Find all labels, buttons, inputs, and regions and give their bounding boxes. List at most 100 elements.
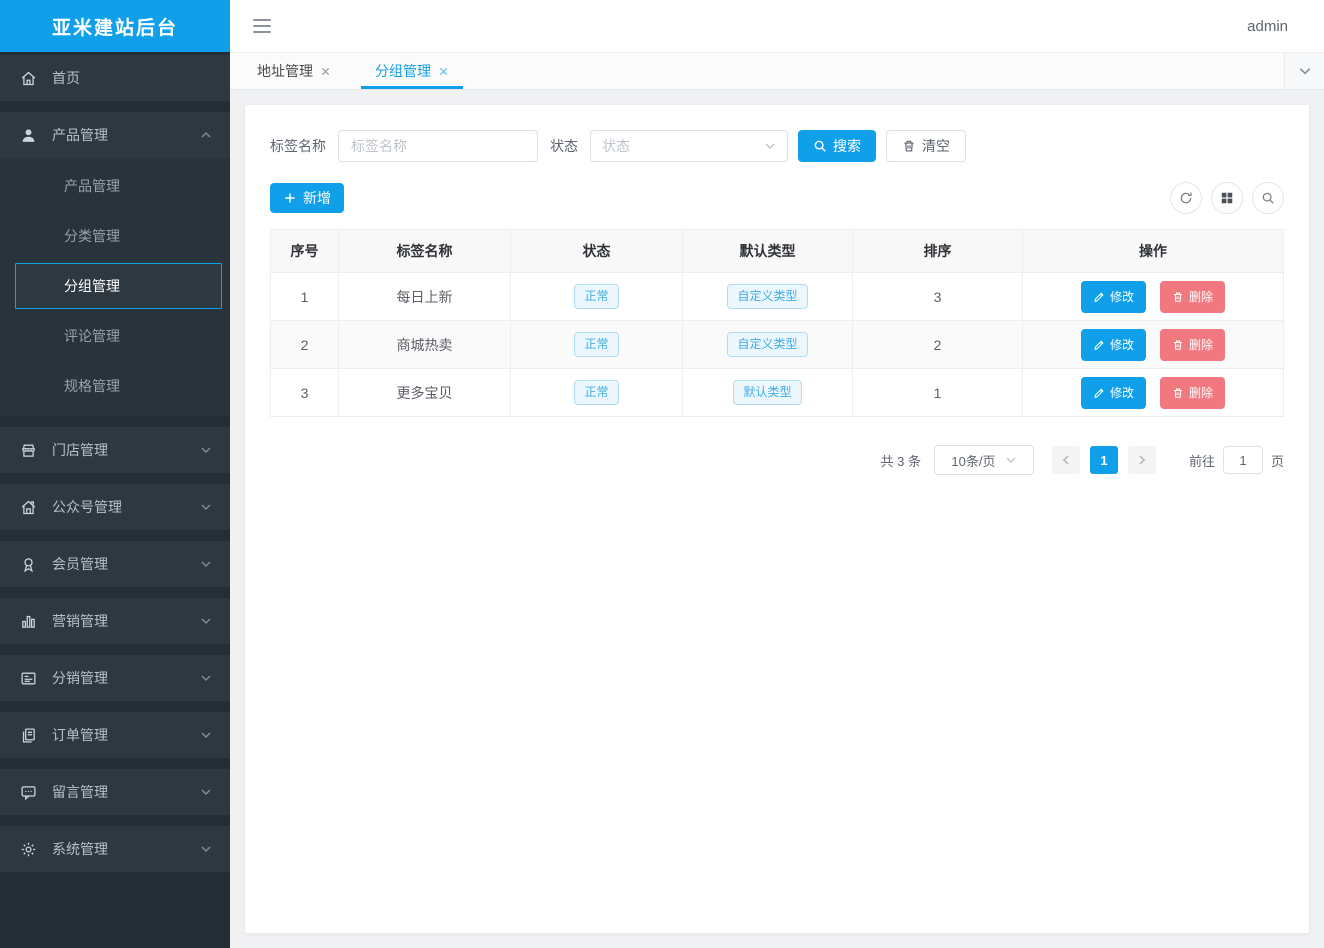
sidebar-subitem-category[interactable]: 分类管理	[0, 211, 230, 261]
type-badge: 自定义类型	[727, 284, 807, 309]
status-badge: 正常	[574, 332, 618, 357]
gear-icon	[20, 841, 37, 858]
sidebar-item-store[interactable]: 门店管理	[0, 427, 230, 473]
sidebar-subitem-spec[interactable]: 规格管理	[0, 361, 230, 411]
edit-pencil-icon	[1093, 291, 1105, 303]
cell-status: 正常	[511, 369, 683, 417]
edit-button[interactable]: 修改	[1081, 329, 1146, 361]
cell-name: 更多宝贝	[339, 369, 511, 417]
sidebar-item-official-account[interactable]: 公众号管理	[0, 484, 230, 530]
tab-2[interactable]: 分组管理	[361, 53, 463, 89]
cell-type: 默认类型	[683, 369, 853, 417]
user-menu[interactable]: admin	[1247, 18, 1288, 35]
sidebar-item-label: 系统管理	[52, 839, 108, 859]
page-unit-label: 页	[1271, 451, 1284, 470]
sidebar-item-member[interactable]: 会员管理	[0, 541, 230, 587]
edit-pencil-icon	[1093, 339, 1105, 351]
cell-sort: 2	[853, 321, 1023, 369]
chevron-down-icon	[200, 615, 212, 627]
cell-sort: 1	[853, 369, 1023, 417]
sidebar-subitem-product-list[interactable]: 产品管理	[0, 161, 230, 211]
sidebar-item-message[interactable]: 留言管理	[0, 769, 230, 815]
sidebar-group-product: 产品管理产品管理分类管理分组管理评论管理规格管理	[0, 112, 230, 416]
chevron-up-icon	[200, 129, 212, 141]
table-row: 2商城热卖正常自定义类型2修改删除	[271, 321, 1284, 369]
bar-chart-icon	[20, 613, 37, 630]
sidebar: 亚米建站后台 首页产品管理产品管理分类管理分组管理评论管理规格管理门店管理公众号…	[0, 0, 230, 948]
magnifier-icon	[1261, 191, 1275, 205]
delete-button[interactable]: 删除	[1160, 377, 1225, 409]
sidebar-item-home[interactable]: 首页	[0, 55, 230, 101]
content-panel: 标签名称 状态 状态 搜索	[245, 105, 1309, 933]
user-icon	[20, 127, 37, 144]
sidebar-item-product[interactable]: 产品管理	[0, 112, 230, 158]
refresh-button[interactable]	[1170, 182, 1202, 214]
chevron-left-icon	[1060, 454, 1072, 466]
search-button[interactable]: 搜索	[798, 130, 876, 162]
status-select[interactable]: 状态	[590, 130, 788, 162]
cell-index: 2	[271, 321, 339, 369]
column-settings-button[interactable]	[1211, 182, 1243, 214]
column-header: 状态	[511, 230, 683, 273]
cell-actions: 修改删除	[1023, 273, 1284, 321]
cell-sort: 3	[853, 273, 1023, 321]
chevron-down-icon	[200, 444, 212, 456]
edit-button[interactable]: 修改	[1081, 377, 1146, 409]
table-toolbar: 新增	[270, 182, 1284, 214]
clear-button[interactable]: 清空	[886, 130, 966, 162]
delete-button[interactable]: 删除	[1160, 329, 1225, 361]
sidebar-subitem-comment[interactable]: 评论管理	[0, 311, 230, 361]
documents-icon	[20, 727, 37, 744]
type-badge: 自定义类型	[727, 332, 807, 357]
pagination: 共 3 条 10条/页 1 前	[270, 445, 1284, 475]
tab-label: 分组管理	[375, 61, 431, 81]
chevron-down-icon	[1298, 64, 1312, 78]
current-page-button[interactable]: 1	[1090, 446, 1118, 474]
next-page-button[interactable]	[1128, 446, 1156, 474]
page-size-select[interactable]: 10条/页	[934, 445, 1034, 475]
sidebar-item-label: 留言管理	[52, 782, 108, 802]
table-row: 3更多宝贝正常默认类型1修改删除	[271, 369, 1284, 417]
tab-bar: 地址管理 分组管理	[230, 52, 1324, 90]
table-header-row: 序号标签名称状态默认类型排序操作	[271, 230, 1284, 273]
tab-1[interactable]: 地址管理	[243, 53, 345, 89]
sidebar-item-label: 订单管理	[52, 725, 108, 745]
cell-status: 正常	[511, 273, 683, 321]
sidebar-group-order: 订单管理	[0, 712, 230, 758]
store-icon	[20, 442, 37, 459]
goto-page-input[interactable]	[1223, 446, 1263, 474]
chat-bubble-icon	[20, 784, 37, 801]
edit-button[interactable]: 修改	[1081, 281, 1146, 313]
status-label: 状态	[550, 136, 578, 156]
sidebar-item-order[interactable]: 订单管理	[0, 712, 230, 758]
medal-icon	[20, 556, 37, 573]
tag-name-input[interactable]	[338, 130, 538, 162]
cell-name: 每日上新	[339, 273, 511, 321]
trash-icon	[1172, 291, 1184, 303]
close-icon[interactable]	[438, 66, 449, 77]
plus-icon	[283, 191, 297, 205]
close-icon[interactable]	[320, 66, 331, 77]
hamburger-menu-icon[interactable]	[252, 18, 272, 34]
goto-label: 前往	[1189, 451, 1215, 470]
cell-actions: 修改删除	[1023, 369, 1284, 417]
sidebar-submenu-product: 产品管理分类管理分组管理评论管理规格管理	[0, 158, 230, 416]
prev-page-button[interactable]	[1052, 446, 1080, 474]
column-header: 序号	[271, 230, 339, 273]
tab-options-dropdown[interactable]	[1284, 53, 1324, 89]
sidebar-subitem-group[interactable]: 分组管理	[15, 263, 222, 309]
home-icon	[20, 70, 37, 87]
sidebar-item-system[interactable]: 系统管理	[0, 826, 230, 872]
tag-name-label: 标签名称	[270, 136, 326, 156]
add-button[interactable]: 新增	[270, 183, 344, 213]
sidebar-menu: 首页产品管理产品管理分类管理分组管理评论管理规格管理门店管理公众号管理会员管理营…	[0, 52, 230, 883]
cell-index: 1	[271, 273, 339, 321]
sidebar-item-marketing[interactable]: 营销管理	[0, 598, 230, 644]
edit-pencil-icon	[1093, 387, 1105, 399]
chevron-down-icon	[200, 786, 212, 798]
sidebar-item-distribution[interactable]: 分销管理	[0, 655, 230, 701]
sidebar-item-label: 首页	[52, 68, 80, 88]
search-toggle-button[interactable]	[1252, 182, 1284, 214]
column-header: 排序	[853, 230, 1023, 273]
delete-button[interactable]: 删除	[1160, 281, 1225, 313]
